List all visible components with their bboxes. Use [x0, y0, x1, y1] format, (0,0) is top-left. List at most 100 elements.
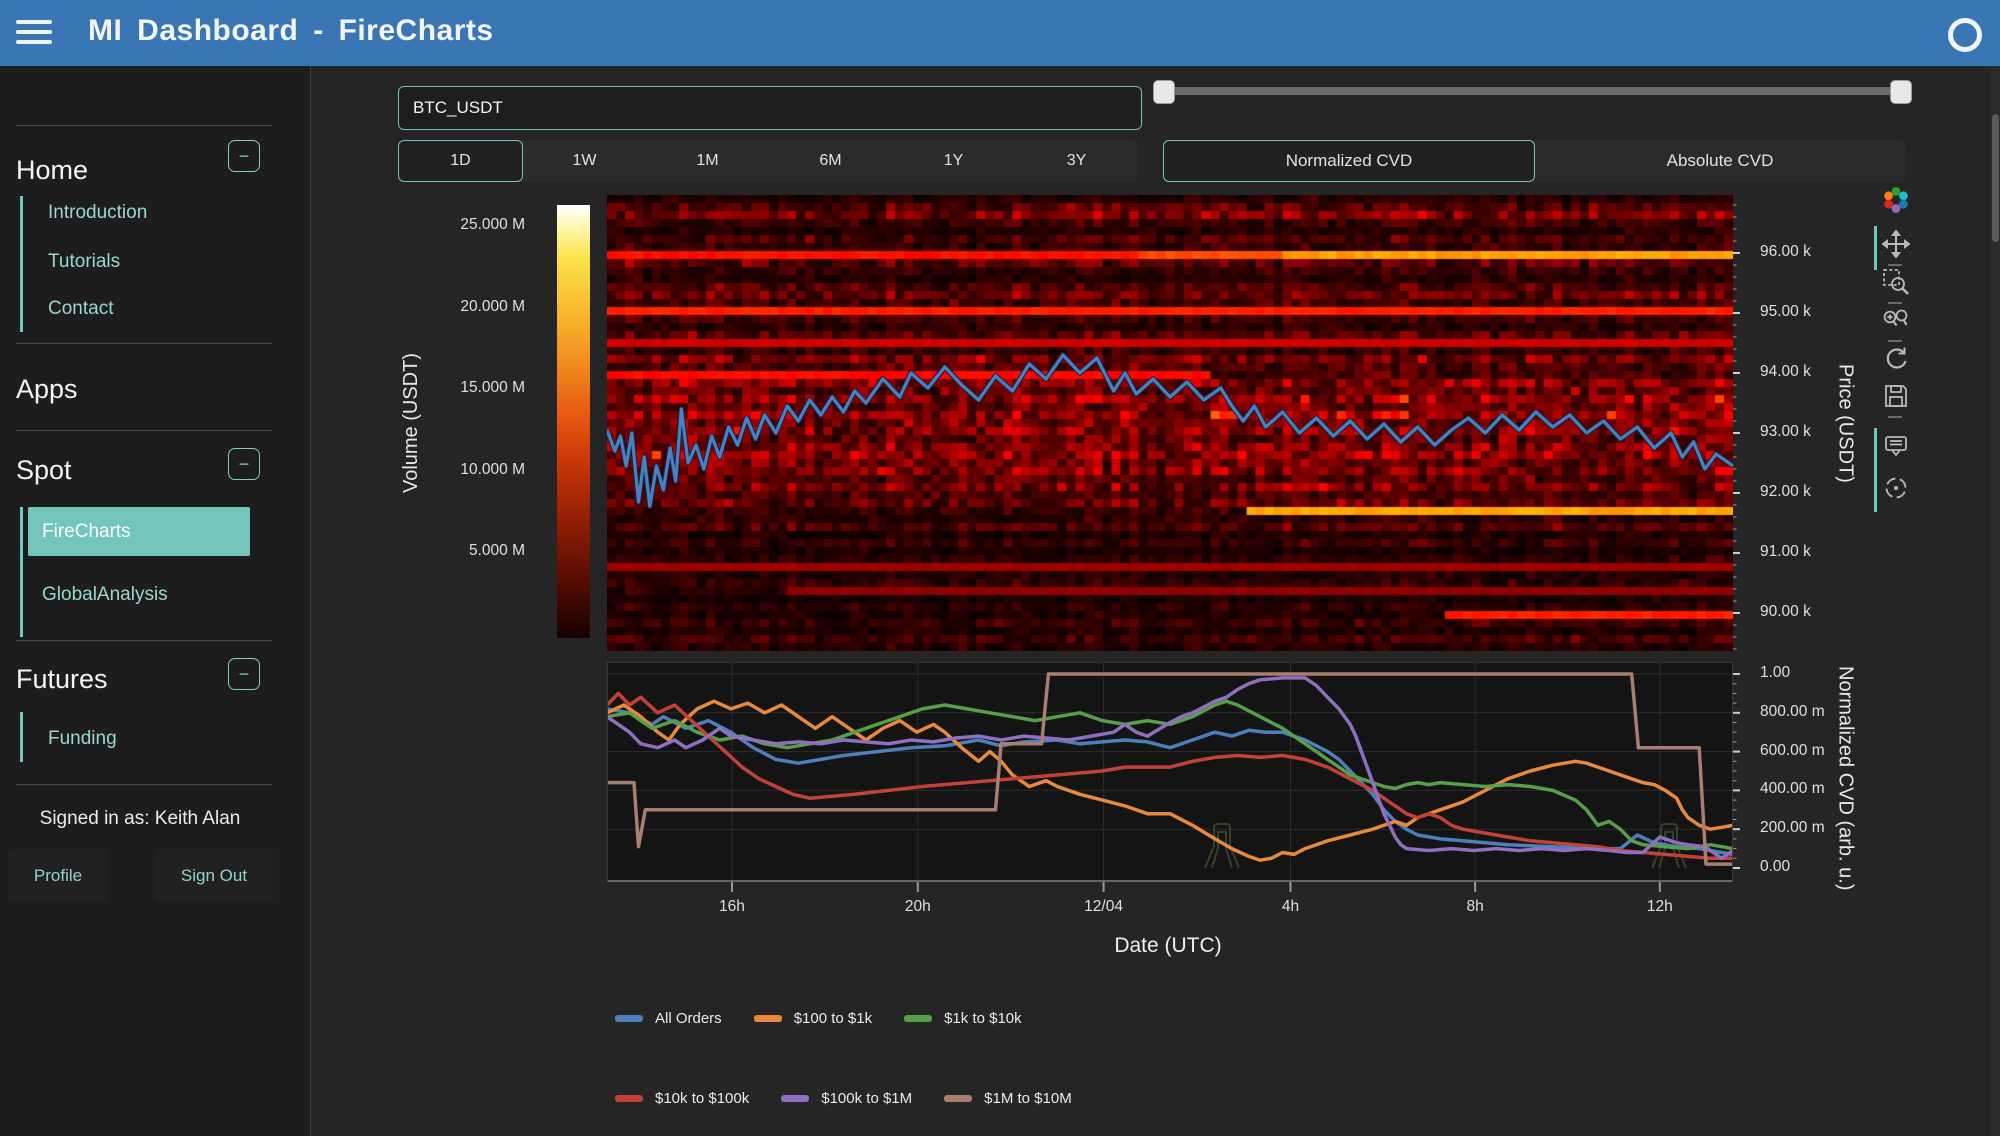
- volume-tick-label: 15.000 M: [435, 379, 525, 397]
- price-tick-label: 94.00 k: [1760, 363, 1811, 381]
- symbol-input[interactable]: [398, 86, 1142, 130]
- range-button-1d[interactable]: 1D: [398, 140, 523, 182]
- sidebar-section-spot: Spot: [16, 455, 72, 486]
- divider: [16, 430, 272, 431]
- divider: [16, 343, 272, 344]
- cvd-tick-label: 1.00: [1760, 664, 1790, 682]
- legend-label: $100 to $1k: [794, 1010, 872, 1027]
- pan-icon[interactable]: [1882, 230, 1910, 258]
- divider: [1888, 416, 1902, 418]
- legend-swatch: [615, 1015, 643, 1022]
- x-tick-label: 20h: [888, 898, 948, 916]
- legend-swatch: [615, 1095, 643, 1102]
- volume-tick-label: 10.000 M: [435, 461, 525, 479]
- legend-label: $1k to $10k: [944, 1010, 1022, 1027]
- signed-in-text: Signed in as: Keith Alan: [0, 808, 280, 830]
- sidebar-section-home: Home: [16, 155, 88, 186]
- collapse-spot-button[interactable]: −: [228, 448, 260, 480]
- sidebar-section-futures: Futures: [16, 664, 108, 695]
- legend-label: All Orders: [655, 1010, 722, 1027]
- sidebar: Home − Introduction Tutorials Contact Ap…: [0, 66, 311, 1136]
- range-button-1m[interactable]: 1M: [646, 140, 769, 182]
- sidebar-item-tutorials[interactable]: Tutorials: [48, 251, 120, 273]
- cvd-tick-label: 200.00 m: [1760, 819, 1825, 837]
- price-axis-title: Price (USDT): [1832, 195, 1858, 651]
- collapse-futures-button[interactable]: −: [228, 658, 260, 690]
- cvd-tick-label: 400.00 m: [1760, 780, 1825, 798]
- status-ring-icon[interactable]: [1948, 18, 1982, 52]
- legend-item[interactable]: All Orders: [615, 1010, 722, 1027]
- legend-swatch: [904, 1015, 932, 1022]
- annotate-icon[interactable]: [1882, 432, 1910, 460]
- modebar-accent: [1874, 428, 1877, 512]
- sidebar-item-firecharts[interactable]: FireCharts: [28, 507, 250, 556]
- legend-item[interactable]: $100k to $1M: [781, 1090, 912, 1107]
- spike-target-icon[interactable]: [1882, 474, 1910, 502]
- scrollbar-thumb[interactable]: [1992, 114, 1999, 242]
- page-scrollbar[interactable]: [1991, 66, 2000, 1136]
- range-button-1w[interactable]: 1W: [523, 140, 646, 182]
- price-tick-label: 93.00 k: [1760, 423, 1811, 441]
- cvd-axis-ticks: [1733, 662, 1749, 882]
- cvd-chart[interactable]: [607, 662, 1733, 894]
- legend-item[interactable]: $1M to $10M: [944, 1090, 1072, 1107]
- price-tick-label: 96.00 k: [1760, 243, 1811, 261]
- top-bar: MI Dashboard - FireCharts: [0, 0, 2000, 66]
- app-root: MI Dashboard - FireCharts Home − Introdu…: [0, 0, 2000, 1136]
- plotly-logo-icon[interactable]: [1882, 186, 1910, 214]
- group-indicator: [20, 712, 23, 762]
- legend-row: All Orders $100 to $1k $1k to $10k: [615, 1008, 1054, 1028]
- sidebar-item-contact[interactable]: Contact: [48, 298, 113, 320]
- price-tick-label: 90.00 k: [1760, 603, 1811, 621]
- collapse-home-button[interactable]: −: [228, 140, 260, 172]
- group-indicator: [20, 507, 23, 637]
- legend-label: $1M to $10M: [984, 1090, 1072, 1107]
- group-indicator: [20, 196, 23, 332]
- divider: [16, 640, 272, 641]
- price-tick-label: 91.00 k: [1760, 543, 1811, 561]
- time-range-slider[interactable]: [1155, 87, 1910, 95]
- absolute-cvd-button[interactable]: Absolute CVD: [1535, 140, 1905, 182]
- save-icon[interactable]: [1882, 382, 1910, 410]
- modebar-accent: [1874, 226, 1877, 270]
- sidebar-item-label: FireCharts: [42, 521, 131, 543]
- slider-handle-left[interactable]: [1153, 80, 1175, 104]
- legend-label: $10k to $100k: [655, 1090, 749, 1107]
- legend-item[interactable]: $10k to $100k: [615, 1090, 749, 1107]
- normalized-cvd-button[interactable]: Normalized CVD: [1163, 140, 1535, 182]
- volume-axis-title: Volume (USDT): [398, 195, 424, 651]
- legend-item[interactable]: $100 to $1k: [754, 1010, 872, 1027]
- price-line-overlay: [607, 195, 1733, 651]
- range-button-6m[interactable]: 6M: [769, 140, 892, 182]
- zoom-in-out-icon[interactable]: [1882, 306, 1910, 334]
- volume-colorbar: [557, 205, 590, 638]
- box-zoom-icon[interactable]: [1882, 268, 1910, 296]
- x-axis-title: Date (UTC): [1018, 934, 1318, 958]
- price-tick-label: 95.00 k: [1760, 303, 1811, 321]
- sign-out-button[interactable]: Sign Out: [155, 849, 273, 902]
- legend-swatch: [781, 1095, 809, 1102]
- sidebar-item-globalanalysis[interactable]: GlobalAnalysis: [42, 584, 168, 606]
- range-button-group: 1D1W1M6M1Y3Y: [398, 140, 1138, 182]
- x-tick-label: 12/04: [1074, 898, 1134, 916]
- slider-handle-right[interactable]: [1890, 80, 1912, 104]
- cvd-mode-toggle: Normalized CVD Absolute CVD: [1163, 140, 1905, 182]
- sidebar-section-apps: Apps: [16, 374, 78, 405]
- x-tick-label: 4h: [1260, 898, 1320, 916]
- range-button-1y[interactable]: 1Y: [892, 140, 1015, 182]
- range-button-3y[interactable]: 3Y: [1015, 140, 1138, 182]
- divider: [16, 784, 272, 785]
- legend-swatch: [944, 1095, 972, 1102]
- sidebar-item-funding[interactable]: Funding: [48, 728, 117, 750]
- legend-row: $10k to $100k $100k to $1M $1M to $10M: [615, 1088, 1104, 1108]
- autoscale-icon[interactable]: [1882, 344, 1910, 372]
- profile-button[interactable]: Profile: [8, 849, 108, 902]
- divider: [1888, 340, 1902, 342]
- menu-icon[interactable]: [14, 16, 54, 50]
- sidebar-item-introduction[interactable]: Introduction: [48, 202, 147, 224]
- cvd-axis-title: Normalized CVD (arb. u.): [1832, 662, 1858, 894]
- cvd-tick-label: 800.00 m: [1760, 703, 1825, 721]
- x-tick-label: 12h: [1630, 898, 1690, 916]
- cvd-tick-label: 0.00: [1760, 858, 1790, 876]
- legend-item[interactable]: $1k to $10k: [904, 1010, 1022, 1027]
